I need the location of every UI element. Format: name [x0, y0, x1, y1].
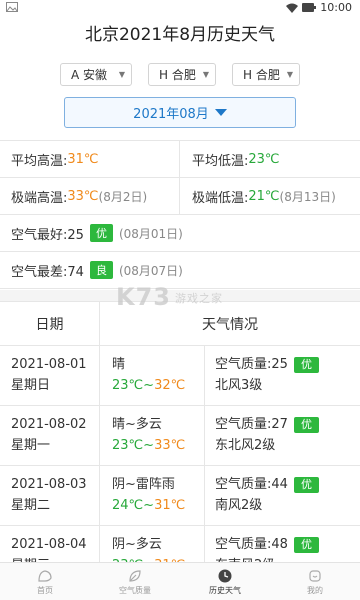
row-weekday: 星期一: [11, 438, 51, 453]
city-select[interactable]: H 合肥 ▼: [148, 63, 216, 86]
air-quality-badge: 优: [293, 417, 319, 433]
best-air-stat: 空气最好:25 优 (08月01日): [0, 215, 360, 252]
avg-low-stat: 平均低温: 23℃: [179, 141, 360, 177]
province-select-label: A 安徽: [71, 68, 108, 82]
image-icon: [6, 2, 18, 15]
row-temp-range: 23℃~32℃: [112, 378, 186, 393]
district-select-label: H 合肥: [243, 68, 280, 82]
profile-icon: [309, 569, 321, 582]
air-quality-badge: 优: [293, 537, 319, 553]
row-date: 2021-08-02: [11, 417, 87, 432]
row-date: 2021-08-01: [11, 357, 87, 372]
table-row[interactable]: 2021-08-03 星期二 阴~雷阵雨 24℃~31℃ 空气质量:44 优南风2级: [0, 466, 360, 526]
row-air-quality: 空气质量:25 优: [215, 354, 360, 375]
wifi-icon: [286, 3, 299, 13]
avg-high-stat: 平均高温: 31℃: [11, 151, 99, 169]
row-air-quality: 空气质量:44 优: [215, 474, 360, 495]
battery-icon: [302, 3, 317, 12]
air-quality-badge: 良: [89, 261, 113, 279]
column-header-weather: 天气情况: [202, 316, 258, 333]
month-picker-button[interactable]: 2021年08月: [64, 97, 296, 128]
tab-air-quality-label: 空气质量: [119, 585, 151, 595]
city-select-label: H 合肥: [159, 68, 196, 82]
row-weather: 阴~多云: [112, 537, 162, 552]
table-row[interactable]: 2021-08-01 星期日 晴 23℃~32℃ 空气质量:25 优北风3级: [0, 346, 360, 406]
extreme-low-stat: 极端低温: 21℃ (8月13日): [179, 178, 360, 214]
home-icon: [38, 569, 52, 582]
row-wind: 东北风2级: [215, 438, 276, 453]
tab-home-label: 首页: [37, 585, 53, 595]
clock-icon: [218, 569, 232, 582]
row-weather: 晴~多云: [112, 417, 162, 432]
row-weather: 阴~雷阵雨: [112, 477, 175, 492]
row-wind: 北风3级: [215, 378, 263, 393]
row-date: 2021-08-03: [11, 477, 87, 492]
row-weather: 晴: [112, 357, 126, 372]
status-time: 10:00: [320, 1, 352, 14]
month-picker-label: 2021年08月: [133, 107, 209, 122]
row-weekday: 星期二: [11, 498, 51, 513]
bottom-tab-bar: 首页 空气质量 历史天气 我的: [0, 562, 360, 600]
extreme-high-stat: 极端高温: 33℃ (8月2日): [11, 188, 148, 206]
tab-profile-label: 我的: [307, 585, 323, 595]
history-table: 日期 天气情况 2021-08-01 星期日 晴 23℃~32℃ 空气质量:25 优北…: [0, 302, 360, 586]
row-air-quality: 空气质量:48 优: [215, 534, 360, 555]
air-quality-badge: 优: [293, 477, 319, 493]
column-header-date: 日期: [0, 302, 100, 345]
tab-profile[interactable]: 我的: [270, 563, 360, 600]
row-date: 2021-08-04: [11, 537, 87, 552]
tab-air-quality[interactable]: 空气质量: [90, 563, 180, 600]
tab-history-weather-label: 历史天气: [209, 585, 241, 595]
status-bar: 10:00: [0, 0, 360, 18]
table-row[interactable]: 2021-08-02 星期一 晴~多云 23℃~33℃ 空气质量:27 优东北风2级: [0, 406, 360, 466]
air-quality-badge: 优: [293, 357, 319, 373]
row-air-quality: 空气质量:27 优: [215, 414, 360, 435]
caret-down-icon: ▼: [286, 70, 293, 79]
tab-history-weather[interactable]: 历史天气: [180, 563, 270, 600]
caret-down-icon: ▼: [118, 70, 125, 79]
row-temp-range: 24℃~31℃: [112, 498, 186, 513]
table-header: 日期 天气情况: [0, 302, 360, 346]
monthly-stats: 平均高温: 31℃ 平均低温: 23℃ 极端高温: 33℃ (8月2日) 极端低温: 21…: [0, 140, 360, 289]
caret-down-icon: ▼: [202, 70, 209, 79]
triangle-down-icon: [214, 109, 227, 116]
row-weekday: 星期日: [11, 378, 51, 393]
region-selectors: A 安徽 ▼ H 合肥 ▼ H 合肥 ▼: [0, 63, 360, 86]
leaf-icon: [129, 569, 141, 582]
row-wind: 南风2级: [215, 498, 263, 513]
row-temp-range: 23℃~33℃: [112, 438, 186, 453]
district-select[interactable]: H 合肥 ▼: [232, 63, 300, 86]
page-title: 北京2021年8月历史天气: [84, 25, 276, 45]
tab-home[interactable]: 首页: [0, 563, 90, 600]
province-select[interactable]: A 安徽 ▼: [60, 63, 132, 86]
air-quality-badge: 优: [89, 224, 113, 242]
